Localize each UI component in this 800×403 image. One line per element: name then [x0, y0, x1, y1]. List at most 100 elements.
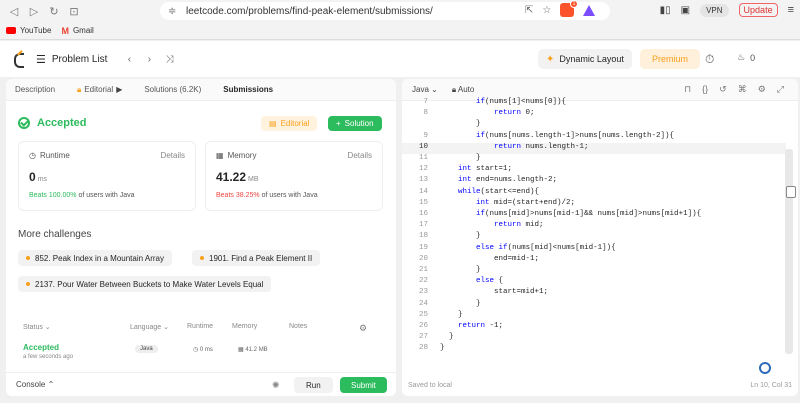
- runtime-details-link[interactable]: Details: [161, 151, 185, 160]
- bookmark-star-icon[interactable]: ☆: [542, 5, 551, 16]
- tab-editorial[interactable]: 🔒︎ Editorial ▶: [77, 79, 122, 101]
- code-line[interactable]: 26 return -1;: [402, 322, 786, 333]
- editorial-button[interactable]: ▤ Editorial: [261, 116, 318, 131]
- brave-rewards-icon[interactable]: [583, 4, 596, 16]
- code-line[interactable]: 24 }: [402, 300, 786, 311]
- column-status[interactable]: Status ⌄: [23, 323, 130, 334]
- wallet-icon[interactable]: ▣: [681, 5, 690, 16]
- code-text: start=mid+1;: [440, 288, 549, 297]
- column-language[interactable]: Language ⌄: [130, 323, 187, 334]
- debug-icon[interactable]: ✺: [272, 380, 280, 391]
- code-text: return 0;: [494, 109, 535, 118]
- code-editor-panel: Java ⌄ 🔒︎ Auto ⊓ {} ↺ ⌘ ⚙ ⤢ 7 if(nums[1]…: [402, 79, 798, 396]
- code-line[interactable]: 11 }: [402, 154, 786, 165]
- leetcode-logo[interactable]: [12, 51, 26, 68]
- shortcut-icon[interactable]: ⌘: [738, 84, 747, 95]
- memory-percentile: 38.25%: [235, 192, 260, 199]
- fullscreen-icon[interactable]: ⤢: [777, 84, 784, 95]
- code-line[interactable]: 19 else if(nums[mid]<nums[mid-1]){: [402, 244, 786, 255]
- code-line[interactable]: 14 while(start<=end){: [402, 188, 786, 199]
- braces-icon[interactable]: {}: [702, 84, 708, 95]
- code-line[interactable]: 18 }: [402, 232, 786, 243]
- code-line[interactable]: 25 }: [402, 311, 786, 322]
- table-row[interactable]: Accepted a few seconds ago Java ◷ 0 ms ▦…: [23, 343, 384, 363]
- tab-submissions[interactable]: Submissions: [223, 79, 273, 101]
- editor-scrollbar[interactable]: [785, 149, 793, 354]
- bookmark-icon[interactable]: ⊡: [66, 3, 82, 19]
- problem-list-button[interactable]: ☰ Problem List: [36, 53, 107, 66]
- prev-problem-icon[interactable]: ‹: [121, 51, 137, 67]
- code-line[interactable]: 17 return mid;: [402, 221, 786, 232]
- forward-icon[interactable]: ▷: [26, 3, 42, 19]
- code-text: return nums.length-1;: [494, 142, 589, 151]
- timer-icon[interactable]: ⏱: [705, 52, 714, 67]
- result-status: Accepted: [18, 117, 87, 129]
- code-line[interactable]: 7 if(nums[1]<nums[0]){: [402, 98, 786, 109]
- code-line[interactable]: 22 else {: [402, 277, 786, 288]
- code-line[interactable]: 21 }: [402, 266, 786, 277]
- line-number: 22: [418, 277, 428, 286]
- code-line[interactable]: 28}: [402, 344, 786, 355]
- code-line[interactable]: 20 end=mid-1;: [402, 255, 786, 266]
- lock-icon: 🔒︎: [451, 84, 457, 94]
- auto-mode-toggle[interactable]: 🔒︎ Auto: [452, 85, 475, 95]
- bookmark-icon[interactable]: ⊓: [684, 84, 691, 95]
- share-icon[interactable]: ⇱: [525, 5, 533, 16]
- shuffle-icon[interactable]: ⤨: [161, 51, 177, 67]
- line-number: 24: [418, 299, 428, 308]
- memory-details-link[interactable]: Details: [348, 151, 372, 160]
- dynamic-layout-button[interactable]: ✦ Dynamic Layout: [538, 49, 632, 69]
- brave-shields-icon[interactable]: 1: [560, 0, 579, 17]
- update-button[interactable]: Update: [738, 3, 778, 17]
- tab-description[interactable]: Description: [15, 79, 55, 101]
- reload-icon[interactable]: ↻: [46, 3, 62, 19]
- submission-memory: ▦ 41.2 MB: [238, 347, 268, 353]
- site-settings-icon[interactable]: ≑: [168, 6, 178, 17]
- submit-button[interactable]: Submit: [340, 377, 387, 393]
- bookmark-gmail[interactable]: M Gmail: [61, 26, 93, 36]
- code-line[interactable]: 27 }: [402, 333, 786, 344]
- premium-button[interactable]: Premium: [640, 49, 701, 69]
- next-problem-icon[interactable]: ›: [141, 51, 157, 67]
- code-text: end=mid-1;: [440, 254, 540, 263]
- challenge-chip[interactable]: 1901. Find a Peak Element II: [192, 250, 321, 266]
- settings-icon[interactable]: ⚙: [758, 84, 766, 95]
- code-line[interactable]: 12 int start=1;: [402, 165, 786, 176]
- code-area[interactable]: 7 if(nums[1]<nums[0]){8 return 0; } 9 if(…: [402, 98, 786, 376]
- settings-gear-icon[interactable]: ⚙: [359, 323, 367, 334]
- run-button[interactable]: Run: [294, 377, 333, 393]
- submission-status[interactable]: Accepted: [23, 343, 59, 352]
- line-number: 16: [418, 210, 428, 218]
- vpn-button[interactable]: VPN: [700, 3, 729, 17]
- menu-icon[interactable]: ≡: [788, 4, 794, 16]
- console-toggle[interactable]: Console ⌃: [16, 380, 54, 389]
- notes-icon[interactable]: [786, 186, 796, 198]
- memory-chip-icon: ▦: [216, 151, 224, 160]
- code-line[interactable]: 9 if(nums[nums.length-1]>nums[nums.lengt…: [402, 132, 786, 143]
- challenge-chip[interactable]: 2137. Pour Water Between Buckets to Make…: [18, 276, 272, 292]
- code-text: return mid;: [494, 221, 544, 230]
- sidebar-icon[interactable]: ▮▯: [660, 5, 671, 16]
- clock-icon: ◷: [193, 347, 199, 353]
- code-line[interactable]: 23 start=mid+1;: [402, 288, 786, 299]
- line-number: 28: [418, 344, 428, 353]
- post-solution-button[interactable]: + Solution: [328, 116, 382, 131]
- bookmark-youtube[interactable]: YouTube: [6, 26, 51, 35]
- reset-icon[interactable]: ↺: [719, 84, 727, 95]
- line-number: 14: [418, 187, 428, 196]
- code-line[interactable]: 13 int end=nums.length-2;: [402, 176, 786, 187]
- code-line[interactable]: 10 return nums.length-1;: [402, 142, 786, 154]
- line-number: [402, 120, 432, 131]
- chat-bubble-icon[interactable]: [759, 362, 771, 374]
- clock-icon: ◷: [29, 151, 36, 160]
- code-line[interactable]: 16 if(nums[mid]>nums[mid-1]&& nums[mid]>…: [402, 210, 786, 221]
- check-circle-icon: [18, 117, 30, 129]
- code-line[interactable]: }: [402, 120, 786, 131]
- challenge-chip[interactable]: 852. Peak Index in a Mountain Array: [18, 250, 172, 266]
- code-line[interactable]: 15 int mid=(start+end)/2;: [402, 199, 786, 210]
- code-line[interactable]: 8 return 0;: [402, 109, 786, 120]
- tab-solutions[interactable]: Solutions (6.2K): [144, 79, 201, 101]
- back-icon[interactable]: ◁: [6, 3, 22, 19]
- language-selector[interactable]: Java ⌄: [412, 85, 438, 94]
- streak-counter[interactable]: ♨ 0: [737, 52, 755, 63]
